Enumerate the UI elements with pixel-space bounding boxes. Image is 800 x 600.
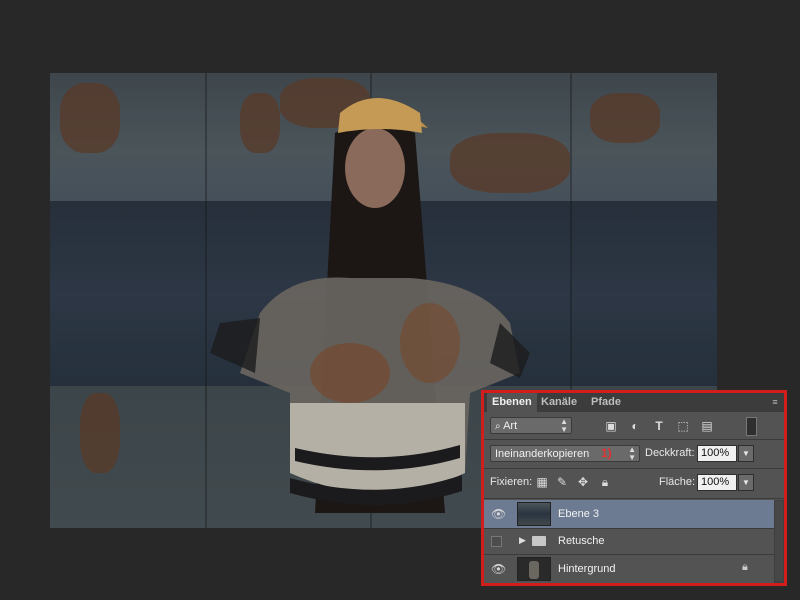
layer-name[interactable]: Hintergrund xyxy=(558,563,615,575)
fill-dropdown-button[interactable]: ▼ xyxy=(738,474,754,491)
lock-all-icon[interactable]: 🔒︎ xyxy=(598,475,612,489)
layer-thumbnail xyxy=(517,502,551,526)
lock-label: Fixieren: xyxy=(490,476,533,488)
tab-ebenen[interactable]: Ebenen xyxy=(487,393,537,412)
adjustment-layer-filter-icon[interactable]: ◐ xyxy=(628,419,642,433)
fill-label: Fläche: xyxy=(659,476,696,488)
updown-arrows-icon: ▲ ▼ xyxy=(628,445,636,462)
divider xyxy=(484,498,784,499)
updown-arrows-icon: ▲ ▼ xyxy=(560,417,568,434)
annotation-marker: 1) xyxy=(601,446,612,460)
opacity-label: Deckkraft: xyxy=(645,447,695,459)
layer-row-hintergrund[interactable]: 👁︎ Hintergrund 🔒︎ xyxy=(484,555,774,583)
divider xyxy=(484,468,784,469)
fill-input[interactable]: 100% xyxy=(697,474,737,491)
pixel-layer-filter-icon[interactable]: ▣ xyxy=(604,419,618,433)
eye-icon[interactable]: 👁︎ xyxy=(491,507,506,521)
panel-tab-bar: Ebenen Kanäle Pfade ≡ xyxy=(484,393,784,412)
search-icon: ⌕ xyxy=(495,421,501,432)
layer-thumbnail xyxy=(517,557,551,581)
type-layer-filter-icon[interactable]: T xyxy=(652,419,666,433)
layer-row-retusche[interactable]: ▶ Retusche xyxy=(484,529,774,555)
layer-name[interactable]: Ebene 3 xyxy=(558,508,599,520)
opacity-input[interactable]: 100% xyxy=(697,445,737,462)
visibility-toggle-empty[interactable] xyxy=(491,536,502,547)
expand-triangle-icon[interactable]: ▶ xyxy=(519,535,526,546)
folder-icon xyxy=(532,536,546,546)
blend-mode-value: Ineinanderkopieren xyxy=(495,448,590,460)
opacity-dropdown-button[interactable]: ▼ xyxy=(738,445,754,462)
layer-name[interactable]: Retusche xyxy=(558,535,604,547)
layers-panel: Ebenen Kanäle Pfade ≡ ⌕ Art ▲ ▼ ▣ ◐ T ⬚ ▤… xyxy=(481,390,787,586)
panel-menu-icon[interactable]: ≡ xyxy=(768,396,782,408)
tab-pfade[interactable]: Pfade xyxy=(586,393,626,412)
filter-toggle-switch[interactable] xyxy=(746,417,757,436)
lock-transparency-icon[interactable]: ▦ xyxy=(535,475,549,489)
divider xyxy=(484,439,784,440)
lock-image-pixels-brush-icon[interactable]: ✎ xyxy=(555,475,569,489)
lock-position-move-icon[interactable]: ✥ xyxy=(576,475,590,489)
filter-type-select[interactable]: ⌕ Art ▲ ▼ xyxy=(490,417,572,434)
tab-kanaele[interactable]: Kanäle xyxy=(536,393,582,412)
layers-scrollbar-thumb[interactable] xyxy=(775,501,783,581)
shape-layer-filter-icon[interactable]: ⬚ xyxy=(676,419,690,433)
blend-mode-select[interactable]: Ineinanderkopieren ▲ ▼ xyxy=(490,445,640,462)
layer-row-ebene-3[interactable]: 👁︎ Ebene 3 xyxy=(484,500,774,529)
smart-object-filter-icon[interactable]: ▤ xyxy=(700,419,714,433)
lock-icon: 🔒︎ xyxy=(742,561,748,573)
eye-icon[interactable]: 👁︎ xyxy=(491,562,506,576)
filter-type-value: Art xyxy=(503,420,518,432)
